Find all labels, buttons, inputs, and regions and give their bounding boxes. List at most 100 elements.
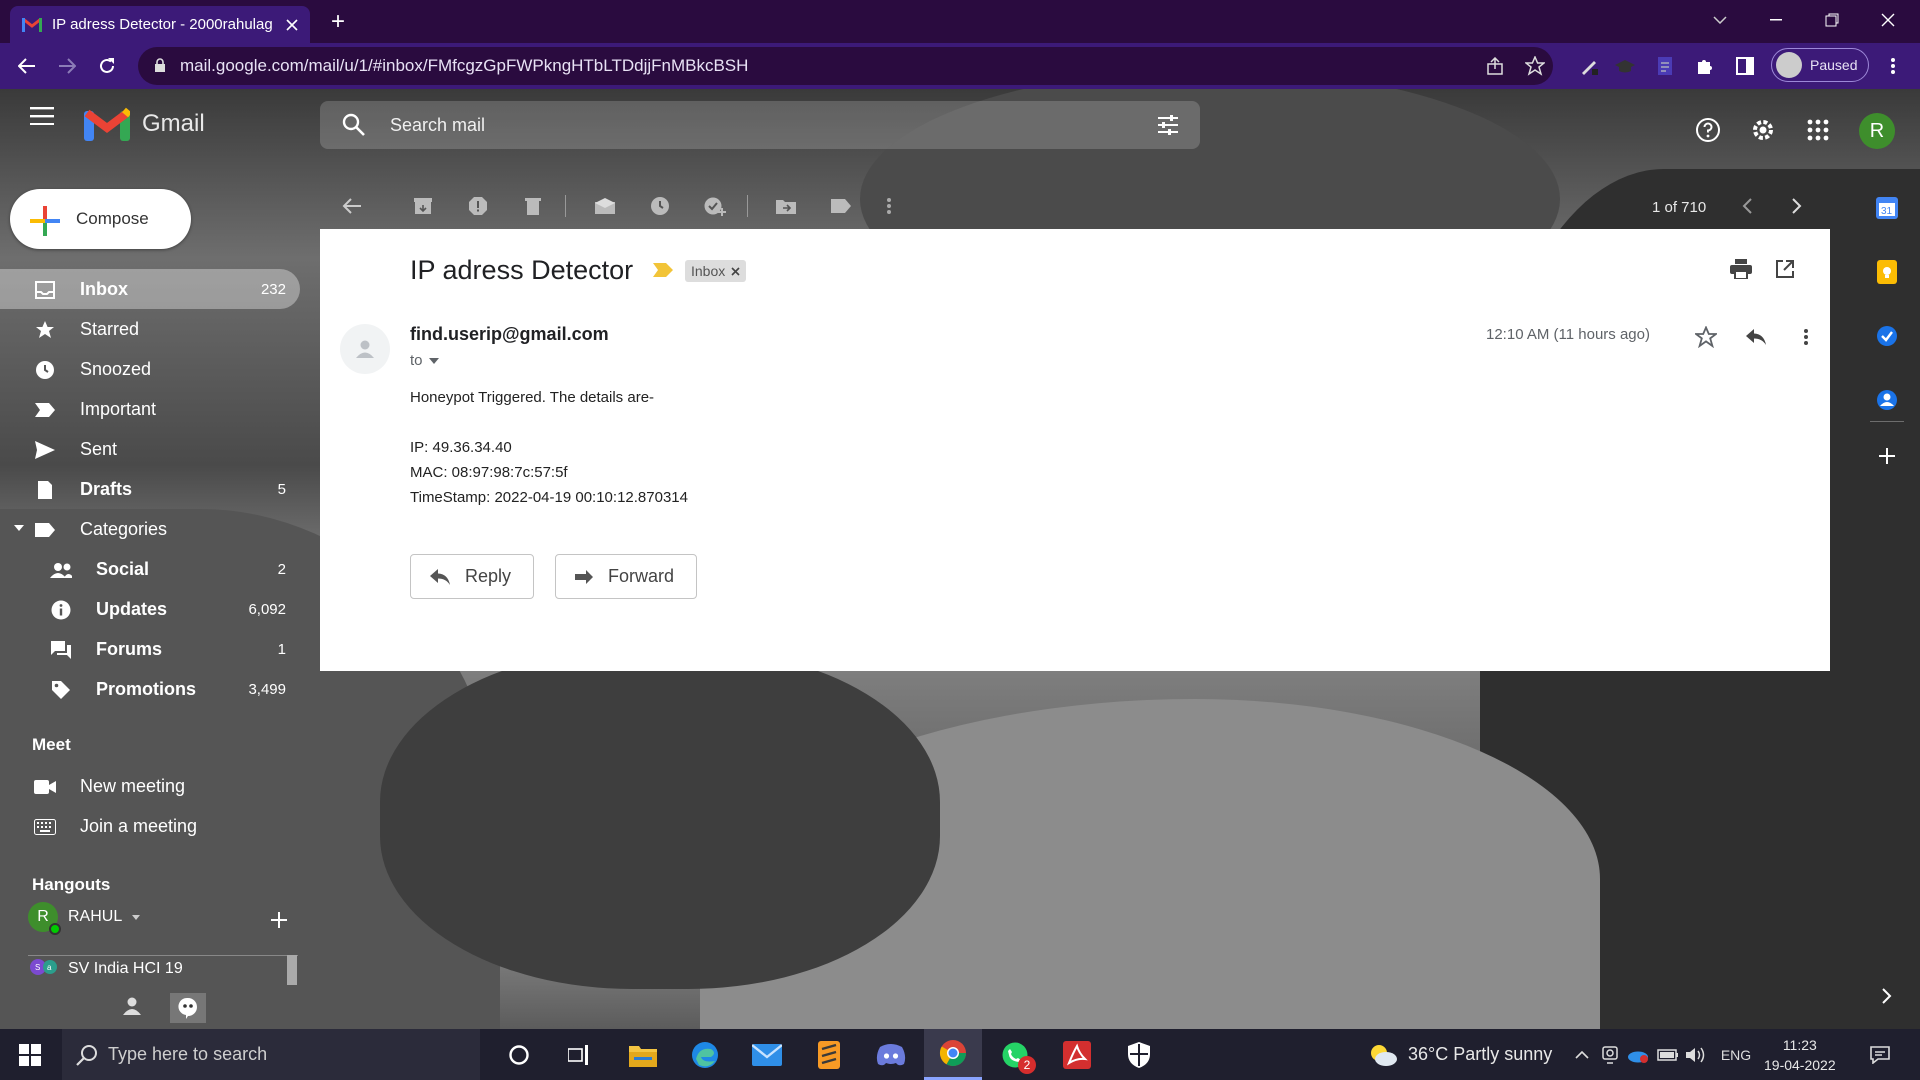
battery-icon[interactable] [1656, 1043, 1680, 1067]
apps-grid-icon[interactable] [1803, 115, 1833, 145]
sidebar-item-starred[interactable]: Starred [0, 309, 300, 349]
main-menu-icon[interactable] [30, 107, 54, 125]
close-window-button[interactable] [1860, 0, 1916, 40]
document-extension-icon[interactable] [1652, 53, 1678, 79]
archive-icon[interactable] [410, 193, 436, 219]
keep-app-icon[interactable] [1870, 255, 1904, 289]
join-meeting-item[interactable]: Join a meeting [0, 806, 300, 846]
reply-arrow-icon[interactable] [1742, 323, 1770, 351]
sidebar-item-promotions[interactable]: Promotions 3,499 [0, 669, 300, 709]
tab-search-chevron-icon[interactable] [1692, 0, 1748, 40]
task-view-icon[interactable] [550, 1029, 608, 1080]
taskbar-search-input[interactable]: Type here to search [108, 1044, 267, 1065]
profile-button[interactable]: Paused [1771, 48, 1869, 82]
windows-security-icon[interactable] [1110, 1029, 1168, 1080]
tasks-app-icon[interactable] [1870, 319, 1904, 353]
onedrive-cloud-icon[interactable] [1626, 1043, 1650, 1067]
delete-trash-icon[interactable] [520, 193, 546, 219]
hangouts-scrollbar[interactable] [287, 955, 297, 985]
star-message-icon[interactable] [1692, 323, 1720, 351]
settings-gear-icon[interactable] [1748, 115, 1778, 145]
search-options-icon[interactable] [1156, 113, 1180, 137]
contacts-app-icon[interactable] [1870, 383, 1904, 417]
cortana-icon[interactable] [490, 1029, 548, 1080]
weather-widget[interactable]: 36°C Partly sunny [1368, 1029, 1552, 1080]
input-language[interactable]: ENG [1716, 1043, 1756, 1067]
open-in-new-window-icon[interactable] [1775, 259, 1795, 279]
sidebar-item-categories[interactable]: Categories [0, 509, 300, 549]
notification-center-icon[interactable] [1868, 1043, 1892, 1067]
important-marker-icon[interactable] [653, 263, 673, 277]
chrome-icon[interactable] [924, 1029, 982, 1080]
calendar-app-icon[interactable]: 31 [1870, 191, 1904, 225]
side-panel-icon[interactable] [1732, 53, 1758, 79]
hangouts-chat-icon[interactable] [170, 993, 206, 1023]
windows-start-icon[interactable] [10, 1037, 50, 1073]
sidebar-item-forums[interactable]: Forums 1 [0, 629, 300, 669]
bookmark-star-icon[interactable] [1522, 53, 1548, 79]
new-meeting-item[interactable]: New meeting [0, 766, 300, 806]
browser-menu-icon[interactable] [1880, 53, 1906, 79]
chevron-down-icon[interactable] [428, 357, 439, 364]
extensions-puzzle-icon[interactable] [1692, 53, 1718, 79]
mail-app-icon[interactable] [738, 1029, 796, 1080]
compose-button[interactable]: Compose [10, 189, 191, 249]
label-tag-icon[interactable] [828, 193, 854, 219]
tray-camera-icon[interactable] [1598, 1043, 1622, 1067]
snooze-clock-icon[interactable] [647, 193, 673, 219]
account-avatar[interactable]: R [1859, 113, 1895, 149]
acrobat-reader-icon[interactable] [1048, 1029, 1106, 1080]
get-add-ons-plus-icon[interactable] [1870, 439, 1904, 473]
show-side-panel-chevron-icon[interactable] [1870, 979, 1904, 1013]
forward-button[interactable]: Forward [555, 554, 698, 599]
sidebar-item-inbox[interactable]: Inbox 232 [0, 269, 300, 309]
volume-speaker-icon[interactable] [1684, 1043, 1708, 1067]
sidebar-item-sent[interactable]: Sent [0, 429, 300, 469]
taskbar-search-box[interactable]: Type here to search [62, 1029, 480, 1080]
contacts-person-icon[interactable] [122, 997, 142, 1015]
hangouts-user[interactable]: R RAHUL [28, 902, 141, 935]
show-hidden-icons-chevron-icon[interactable] [1570, 1043, 1594, 1067]
minimize-button[interactable] [1748, 0, 1804, 40]
more-options-icon[interactable] [876, 193, 902, 219]
restore-button[interactable] [1804, 0, 1860, 40]
reply-button[interactable]: Reply [410, 554, 535, 599]
back-to-inbox-icon[interactable] [339, 193, 365, 219]
add-to-tasks-icon[interactable] [702, 193, 728, 219]
new-conversation-icon[interactable] [270, 911, 288, 929]
tab-close-icon[interactable] [286, 18, 298, 31]
mark-unread-icon[interactable] [592, 193, 618, 219]
discord-icon[interactable] [862, 1029, 920, 1080]
more-options-icon[interactable] [1792, 323, 1820, 351]
system-clock[interactable]: 11:23 19-04-2022 [1764, 1035, 1836, 1075]
recipient-details[interactable]: to [410, 352, 439, 369]
sidebar-item-snoozed[interactable]: Snoozed [0, 349, 300, 389]
gmail-logo[interactable]: Gmail [84, 107, 205, 141]
back-arrow-icon[interactable] [12, 51, 42, 81]
print-icon[interactable] [1730, 259, 1752, 279]
graduation-cap-extension-icon[interactable] [1612, 53, 1638, 79]
new-tab-button[interactable]: + [325, 8, 351, 35]
whatsapp-icon[interactable]: 2 [986, 1029, 1044, 1080]
hangouts-group[interactable]: Sa SV India HCI 19 [28, 957, 183, 981]
chevron-down-icon[interactable] [132, 914, 141, 920]
sidebar-item-important[interactable]: Important [0, 389, 300, 429]
sidebar-item-updates[interactable]: Updates 6,092 [0, 589, 300, 629]
file-explorer-icon[interactable] [614, 1029, 672, 1080]
search-icon[interactable] [342, 113, 366, 137]
help-icon[interactable] [1693, 115, 1723, 145]
reload-icon[interactable] [92, 51, 122, 81]
older-chevron-icon[interactable] [1784, 193, 1810, 219]
address-bar[interactable]: mail.google.com/mail/u/1/#inbox/FMfcgzGp… [138, 47, 1553, 85]
browser-tab[interactable]: IP adress Detector - 2000rahulag [10, 6, 310, 43]
search-bar[interactable]: Search mail [320, 101, 1200, 149]
share-icon[interactable] [1482, 53, 1508, 79]
newer-chevron-icon[interactable] [1734, 193, 1760, 219]
search-input[interactable]: Search mail [390, 115, 485, 136]
report-spam-icon[interactable] [465, 193, 491, 219]
sublime-text-icon[interactable] [800, 1029, 858, 1080]
expand-arrow-icon[interactable] [14, 525, 24, 531]
move-to-icon[interactable] [773, 193, 799, 219]
sidebar-item-social[interactable]: Social 2 [0, 549, 300, 589]
pen-extension-icon[interactable] [1576, 53, 1602, 79]
